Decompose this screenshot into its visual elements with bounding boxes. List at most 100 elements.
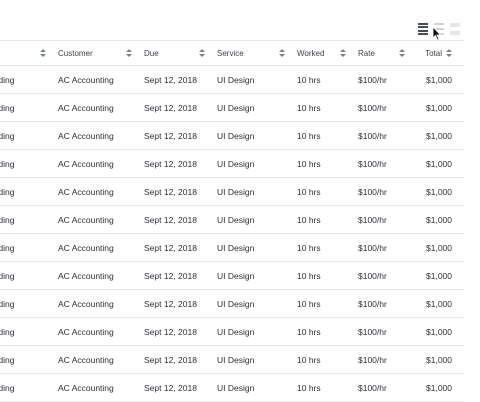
cell-due: Sept 12, 2018 [144,270,197,281]
cell-rate: $100/hr [358,382,387,393]
column-header-due[interactable]: Due [138,48,211,58]
cell-customer: AC Accounting [58,130,114,141]
column-header-service[interactable]: Service [211,48,291,58]
table-row[interactable]: tstanding AC Accounting Sept 12, 2018 UI De… [0,94,464,122]
cell-worked: 10 hrs [297,186,321,197]
cell-due: Sept 12, 2018 [144,242,197,253]
table-header-row: tus Customer Due Service Worked Rate Tot… [0,41,464,66]
cell-worked: 10 hrs [297,242,321,253]
cell-service: UI Design [217,270,255,281]
cell-due: Sept 12, 2018 [144,102,197,113]
column-header-label: Worked [297,48,325,58]
table-row[interactable]: tstanding AC Accounting Sept 12, 2018 UI De… [0,318,464,346]
cell-service: UI Design [217,214,255,225]
table-body: tstanding AC Accounting Sept 12, 2018 UI De… [0,66,464,402]
sort-icon [199,48,205,57]
sort-icon [40,48,46,57]
cell-total: $1,000 [426,102,452,113]
cell-rate: $100/hr [358,186,387,197]
column-header-rate[interactable]: Rate [352,48,411,58]
column-header-label: Total [425,48,442,58]
table-row[interactable]: tstanding AC Accounting Sept 12, 2018 UI De… [0,150,464,178]
cell-worked: 10 hrs [297,74,321,85]
mouse-pointer-icon [432,27,442,41]
cell-worked: 10 hrs [297,102,321,113]
column-header-label: Service [217,48,244,58]
cell-due: Sept 12, 2018 [144,74,197,85]
sort-icon [399,48,405,57]
cell-worked: 10 hrs [297,270,321,281]
cell-service: UI Design [217,102,255,113]
cell-due: Sept 12, 2018 [144,214,197,225]
cell-worked: 10 hrs [297,158,321,169]
sort-icon [126,48,132,57]
cell-status: tstanding [0,326,15,337]
table-row[interactable]: tstandingAC AccountingSept 12, 2018UI De… [0,122,464,150]
cell-worked: 10 hrs [297,214,321,225]
cell-customer: AC Accounting [58,298,114,309]
cell-total: $1,000 [426,158,452,169]
cell-customer: AC Accounting [58,382,114,393]
cell-status: tstanding [0,270,15,281]
table-row[interactable]: tstanding AC Accounting Sept 12, 2018 UI De… [0,206,464,234]
table-row[interactable]: tstandingAC AccountingSept 12, 2018UI De… [0,290,464,318]
table-row[interactable]: tstanding AC Accounting Sept 12, 2018 UI De… [0,234,464,262]
cell-service: UI Design [217,326,255,337]
table-row[interactable]: tstandingAC AccountingSept 12, 2018UI De… [0,66,464,94]
cell-rate: $100/hr [358,326,387,337]
cell-status: tstanding [0,74,15,85]
cell-worked: 10 hrs [297,382,321,393]
column-header-worked[interactable]: Worked [291,48,352,58]
table-row[interactable]: tstandingAC AccountingSept 12, 2018UI De… [0,374,464,402]
cell-customer: AC Accounting [58,214,114,225]
sort-icon [446,48,452,57]
cell-due: Sept 12, 2018 [144,186,197,197]
cell-status: tstanding [0,158,15,169]
cell-worked: 10 hrs [297,130,321,141]
table-row[interactable]: tstandingAC AccountingSept 12, 2018UI De… [0,346,464,374]
compact-density-icon[interactable] [418,23,428,35]
cell-rate: $100/hr [358,270,387,281]
cell-rate: $100/hr [358,102,387,113]
cell-service: UI Design [217,242,255,253]
cell-service: UI Design [217,158,255,169]
cell-rate: $100/hr [358,130,387,141]
table-row[interactable]: tstanding AC Accounting Sept 12, 2018 UI De… [0,262,464,290]
sort-icon [279,48,285,57]
column-header-customer[interactable]: Customer [52,48,138,58]
cell-service: UI Design [217,382,255,393]
cell-status: tstanding [0,242,15,253]
cell-customer: AC Accounting [58,326,114,337]
cell-due: Sept 12, 2018 [144,326,197,337]
cell-rate: $100/hr [358,158,387,169]
cell-service: UI Design [217,186,255,197]
cell-customer: AC Accounting [58,242,114,253]
cell-service: UI Design [217,298,255,309]
cell-status: tstanding [0,186,15,197]
invoice-table: tus Customer Due Service Worked Rate Tot… [0,40,464,402]
cell-due: Sept 12, 2018 [144,158,197,169]
cell-customer: AC Accounting [58,74,114,85]
cell-status: tstanding [0,102,15,113]
column-header-label: Customer [58,48,93,58]
column-header-status[interactable]: tus [0,48,52,58]
cell-customer: AC Accounting [58,158,114,169]
cell-rate: $100/hr [358,242,387,253]
cell-total: $1,000 [426,242,452,253]
comfortable-density-icon[interactable] [450,23,460,35]
cell-total: $1,000 [426,74,452,85]
cell-total: $1,000 [426,186,452,197]
column-header-label: Rate [358,48,375,58]
cell-customer: AC Accounting [58,102,114,113]
cell-status: tstanding [0,298,15,309]
cell-worked: 10 hrs [297,326,321,337]
cell-customer: AC Accounting [58,186,114,197]
cell-worked: 10 hrs [297,298,321,309]
cell-status: tstanding [0,214,15,225]
cell-status: tstanding [0,130,15,141]
cell-customer: AC Accounting [58,270,114,281]
cell-total: $1,000 [426,270,452,281]
column-header-total[interactable]: Total [411,48,464,58]
cell-total: $1,000 [426,214,452,225]
table-row[interactable]: tstanding AC Accounting Sept 12, 2018 UI De… [0,178,464,206]
